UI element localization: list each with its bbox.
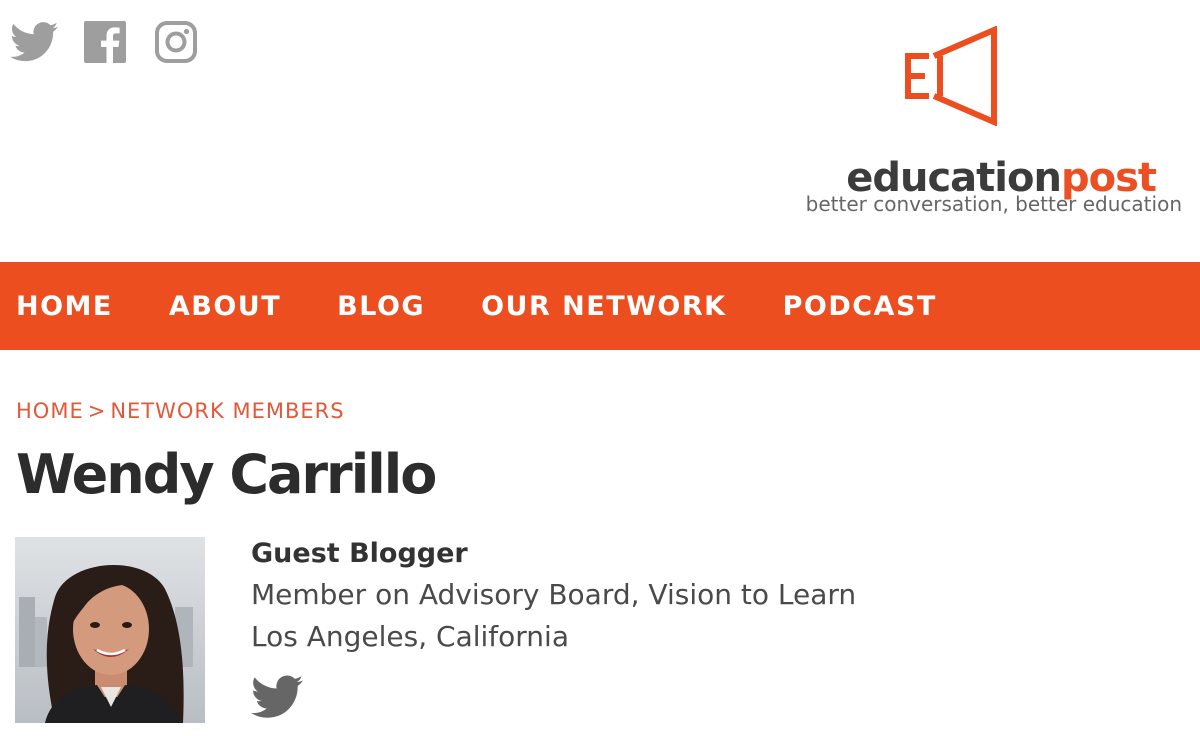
main-nav: HOME ABOUT BLOG OUR NETWORK PODCAST: [0, 262, 1200, 350]
nav-item-blog[interactable]: BLOG: [337, 293, 425, 320]
breadcrumb-network-members[interactable]: NETWORK MEMBERS: [110, 399, 344, 423]
profile-affiliation: Member on Advisory Board, Vision to Lear…: [251, 578, 857, 611]
nav-item-our-network[interactable]: OUR NETWORK: [481, 293, 726, 320]
breadcrumb-home[interactable]: HOME: [16, 399, 84, 423]
nav-item-home[interactable]: HOME: [16, 293, 113, 320]
profile-info: Guest Blogger Member on Advisory Board, …: [251, 540, 856, 651]
instagram-icon[interactable]: [154, 20, 198, 64]
nav-item-about[interactable]: ABOUT: [169, 293, 281, 320]
nav-item-podcast[interactable]: PODCAST: [783, 293, 937, 320]
twitter-icon[interactable]: [10, 22, 58, 62]
social-links: [10, 20, 198, 64]
logo-tagline: better conversation, better education: [805, 192, 1182, 216]
profile-twitter-icon[interactable]: [251, 675, 303, 719]
site-logo[interactable]: educationpost better conversation, bette…: [782, 26, 1182, 226]
megaphone-logo-icon: [905, 26, 997, 126]
page-title: Wendy Carrillo: [16, 443, 437, 506]
profile-location: Los Angeles, California: [251, 620, 569, 653]
profile-role: Guest Blogger: [251, 538, 468, 569]
breadcrumb: HOME > NETWORK MEMBERS: [16, 401, 345, 422]
avatar: [15, 537, 205, 723]
facebook-icon[interactable]: [84, 21, 126, 63]
breadcrumb-separator: >: [87, 399, 107, 423]
